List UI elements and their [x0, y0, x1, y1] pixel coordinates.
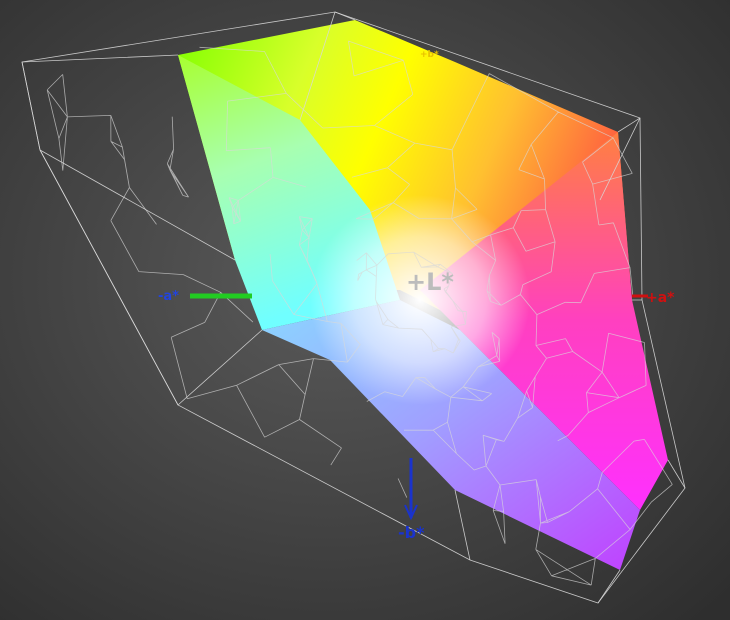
a-neg-axis-label: -a*: [158, 289, 179, 304]
l-axis-label: +L*: [406, 268, 454, 296]
gamut-3d-plot[interactable]: +L* +a* -a* -b* +b*: [0, 0, 730, 620]
gamut-white-point: [310, 195, 530, 405]
a-pos-axis-label: +a*: [646, 290, 675, 306]
b-pos-axis-label: +b*: [420, 50, 439, 60]
b-neg-axis-label: -b*: [398, 523, 425, 542]
gamut-viewport[interactable]: +L* +a* -a* -b* +b*: [0, 0, 730, 620]
